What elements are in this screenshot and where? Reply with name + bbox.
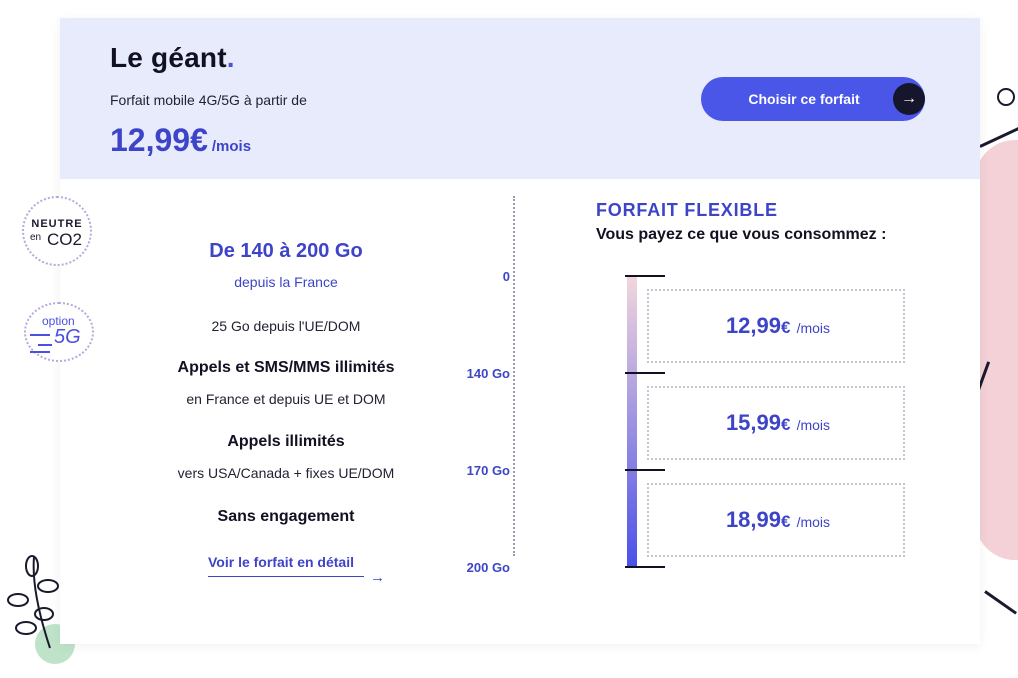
plan-title: Le géant. bbox=[110, 42, 235, 73]
flexible-subtitle: Vous payez ce que vous consommez : bbox=[596, 226, 887, 243]
gauge-tick bbox=[625, 469, 665, 471]
column-divider bbox=[513, 196, 515, 556]
decor-magnifier-icon bbox=[997, 88, 1015, 106]
gauge-label: 140 Go bbox=[466, 366, 510, 381]
speed-line bbox=[30, 334, 50, 336]
price-tier-value: 18,99€ /mois bbox=[725, 507, 831, 532]
option-5g-text: 5G bbox=[54, 326, 81, 348]
co2-badge-en: en bbox=[30, 232, 42, 243]
plan-price: 12,99€/mois bbox=[110, 122, 251, 159]
gauge-tick bbox=[625, 372, 665, 374]
decor-line bbox=[984, 590, 1017, 615]
co2-badge-line1: NEUTRE bbox=[31, 218, 83, 230]
speed-line bbox=[30, 351, 50, 353]
title-dot: . bbox=[226, 42, 235, 73]
price-tier-value: 15,99€ /mois bbox=[725, 410, 831, 435]
gauge-label: 0 bbox=[502, 269, 510, 284]
plan-price-unit: /mois bbox=[211, 138, 252, 155]
option-5g-badge: option 5G bbox=[24, 302, 94, 362]
choose-plan-label: Choisir ce forfait bbox=[748, 91, 860, 107]
choose-plan-button[interactable]: Choisir ce forfait → bbox=[701, 77, 925, 121]
gauge-label: 200 Go bbox=[466, 560, 510, 575]
gauge-tick bbox=[625, 275, 665, 277]
feature-calls-intl-sub: vers USA/Canada + fixes UE/DOM bbox=[177, 465, 395, 481]
feature-calls-sms: Appels et SMS/MMS illimités bbox=[177, 359, 395, 376]
feature-commitment: Sans engagement bbox=[217, 508, 355, 525]
price-tier-box: 12,99€ /mois bbox=[647, 289, 905, 363]
feature-eu-data: 25 Go depuis l'UE/DOM bbox=[211, 318, 361, 334]
price-tier-box: 18,99€ /mois bbox=[647, 483, 905, 557]
arrow-right-icon: → bbox=[893, 83, 925, 115]
plan-subtitle: Forfait mobile 4G/5G à partir de bbox=[110, 92, 307, 108]
data-usage-gauge bbox=[627, 276, 637, 568]
feature-data-volume: De 140 à 200 Go bbox=[209, 240, 363, 262]
gauge-tick bbox=[625, 566, 665, 568]
plan-card-header: Le géant. Forfait mobile 4G/5G à partir … bbox=[60, 18, 980, 179]
plan-detail-link[interactable]: Voir le forfait en détail bbox=[208, 554, 364, 577]
decor-plant-icon bbox=[7, 555, 59, 649]
flexible-title: FORFAIT FLEXIBLE bbox=[596, 200, 778, 220]
decor-pink-shape bbox=[975, 140, 1018, 560]
co2-badge-co2: CO2 bbox=[47, 230, 82, 249]
feature-data-volume-sub: depuis la France bbox=[234, 274, 338, 290]
price-tier-value: 12,99€ /mois bbox=[725, 313, 831, 338]
feature-calls-sms-sub: en France et depuis UE et DOM bbox=[186, 391, 386, 407]
gauge-label: 170 Go bbox=[466, 463, 510, 478]
price-tier-box: 15,99€ /mois bbox=[647, 386, 905, 460]
arrow-right-icon: → bbox=[370, 569, 385, 586]
co2-neutral-badge: NEUTRE en CO2 bbox=[22, 196, 92, 266]
plan-card: Le géant. Forfait mobile 4G/5G à partir … bbox=[60, 18, 980, 644]
plan-price-value: 12,99€ bbox=[110, 122, 208, 158]
feature-calls-intl: Appels illimités bbox=[227, 433, 345, 450]
speed-line bbox=[38, 344, 52, 346]
